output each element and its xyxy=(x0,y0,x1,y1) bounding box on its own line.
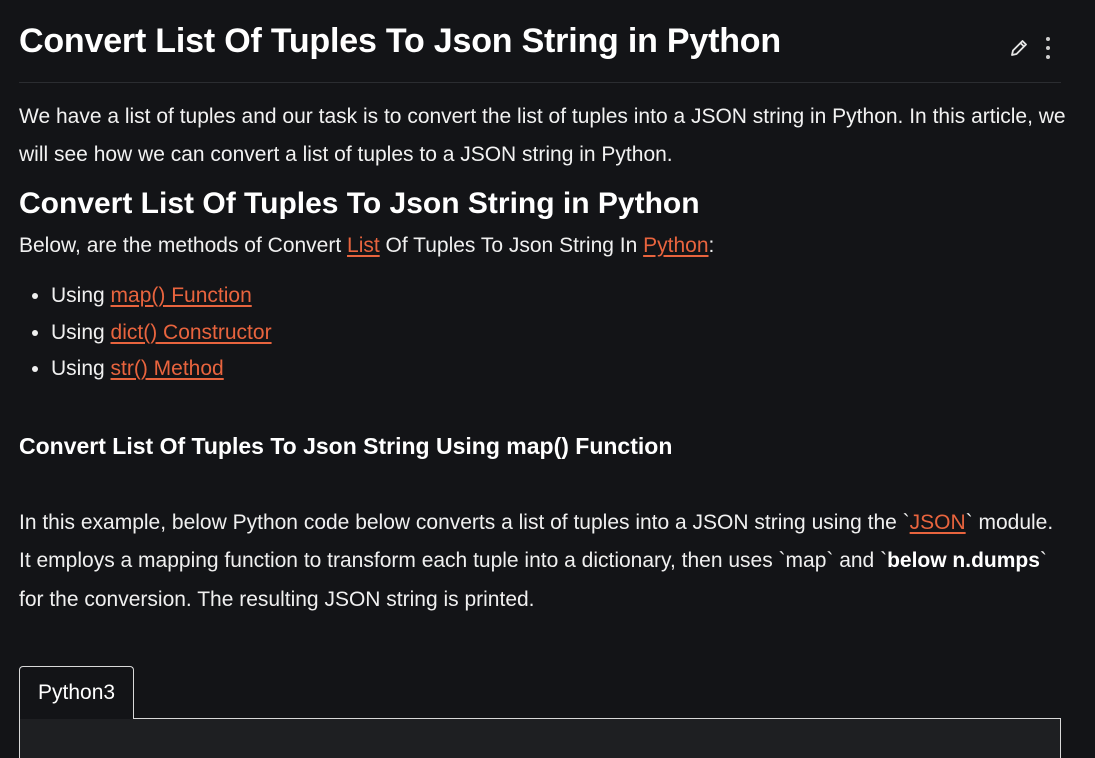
subsection-heading: Convert List Of Tuples To Json String Us… xyxy=(19,432,673,459)
list-item: Using str() Method xyxy=(51,351,1062,388)
method-prefix: Using xyxy=(51,284,111,307)
example-bold-text: below n.dumps xyxy=(887,549,1040,572)
tab-python3[interactable]: Python3 xyxy=(19,666,135,719)
kebab-menu-icon[interactable] xyxy=(1045,36,1051,60)
example-paragraph: In this example, below Python code below… xyxy=(19,504,1069,620)
list-item: Using map() Function xyxy=(51,278,1062,315)
page-title: Convert List Of Tuples To Json String in… xyxy=(19,22,781,60)
list-link[interactable]: List xyxy=(347,234,380,257)
list-item: Using dict() Constructor xyxy=(51,315,1062,352)
code-block xyxy=(19,718,1061,758)
json-link[interactable]: JSON xyxy=(910,511,966,534)
article-header: Convert List Of Tuples To Json String in… xyxy=(19,0,1061,83)
code-tabs: Python3 xyxy=(19,666,1061,758)
article-page: Convert List Of Tuples To Json String in… xyxy=(0,0,1095,734)
methods-intro: Below, are the methods of Convert List O… xyxy=(19,230,1062,262)
methods-intro-colon: : xyxy=(708,234,715,257)
example-text-part1: In this example, below Python code below… xyxy=(19,510,910,534)
methods-intro-text: Below, are the methods of Convert xyxy=(19,234,348,257)
str-method-link[interactable]: str() Method xyxy=(111,357,224,380)
map-function-link[interactable]: map() Function xyxy=(111,284,252,307)
dict-constructor-link[interactable]: dict() Constructor xyxy=(111,321,272,344)
section-heading: Convert List Of Tuples To Json String in… xyxy=(19,187,700,220)
methods-intro-text-middle: Of Tuples To Json String In xyxy=(379,234,644,257)
method-prefix: Using xyxy=(51,357,111,380)
header-actions xyxy=(1009,36,1051,60)
method-prefix: Using xyxy=(51,320,111,344)
methods-list: Using map() Function Using dict() Constr… xyxy=(19,278,1062,388)
pencil-icon[interactable] xyxy=(1009,38,1029,58)
python-link[interactable]: Python xyxy=(643,234,708,257)
intro-paragraph: We have a list of tuples and our task is… xyxy=(19,105,1066,166)
